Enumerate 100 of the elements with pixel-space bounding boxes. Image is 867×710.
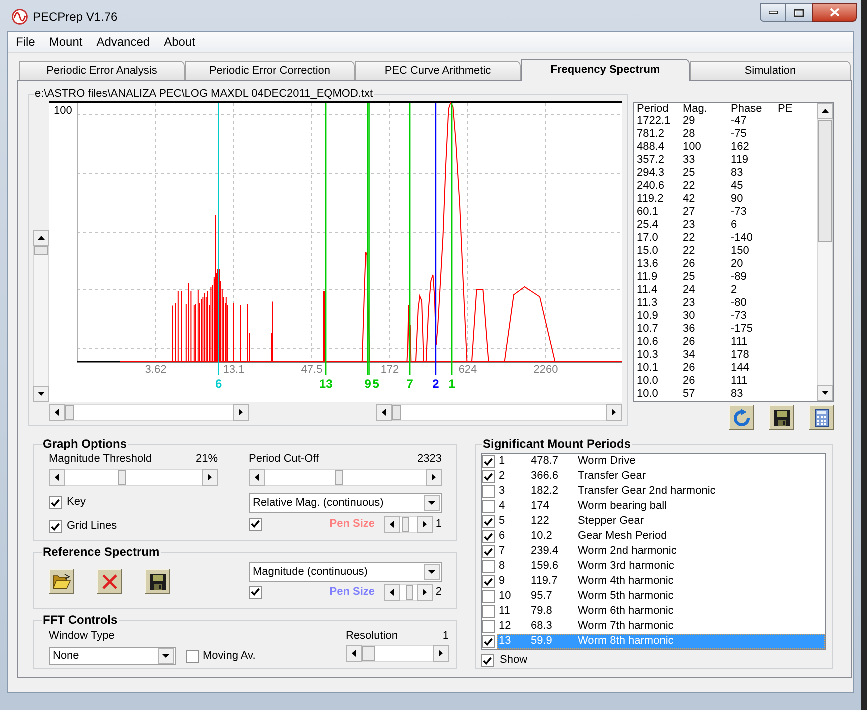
table-cell-text: -89 xyxy=(731,271,748,284)
scroll-right-button[interactable] xyxy=(426,469,442,486)
slider-thumb[interactable] xyxy=(335,470,344,485)
scroll-left-button[interactable] xyxy=(49,469,65,486)
menu-item[interactable]: About xyxy=(157,32,202,52)
column-header[interactable]: PE xyxy=(778,103,817,116)
list-item[interactable]: 11 79.8 Worm 6th harmonic xyxy=(497,604,825,619)
table-cell-text: 83 xyxy=(731,167,744,180)
caret-icon xyxy=(158,648,174,664)
scroll-right-button[interactable] xyxy=(606,404,622,421)
column-header[interactable]: Phase xyxy=(731,103,778,116)
scroll-right-button[interactable] xyxy=(233,404,249,421)
scrollbar-thumb[interactable] xyxy=(392,405,401,420)
scroll-down-button[interactable] xyxy=(817,385,833,401)
checkbox[interactable] xyxy=(481,654,494,667)
table-cell-text: 20 xyxy=(731,258,744,271)
checkbox[interactable] xyxy=(482,575,495,588)
scroll-down-button[interactable] xyxy=(33,386,49,402)
table-cell-text: 488.4 xyxy=(637,141,666,154)
maximize-button[interactable] xyxy=(786,3,812,22)
list-item[interactable]: 6 10.2 Gear Mesh Period xyxy=(497,529,825,544)
scrollbar-thumb[interactable] xyxy=(65,405,74,420)
period-value: 478.7 xyxy=(531,454,560,470)
scroll-up-button[interactable] xyxy=(817,103,833,119)
scroll-left-button[interactable] xyxy=(384,516,400,532)
slider-thumb[interactable] xyxy=(406,584,412,600)
list-item[interactable]: 5 122 Stepper Gear xyxy=(497,514,825,529)
scroll-left-button[interactable] xyxy=(249,469,265,486)
close-button[interactable] xyxy=(812,3,857,22)
tab[interactable]: Frequency Spectrum xyxy=(521,59,690,81)
checkbox[interactable] xyxy=(482,560,495,573)
slider-thumb[interactable] xyxy=(362,646,375,661)
list-item[interactable]: 3 182.2 Transfer Gear 2nd harmonic xyxy=(497,484,825,499)
table-cell-text: 178 xyxy=(731,349,750,362)
table-cell-text: 25 xyxy=(683,167,696,180)
minimize-button[interactable] xyxy=(760,3,786,22)
scroll-left-button[interactable] xyxy=(384,584,400,600)
left-arrow-icon xyxy=(390,520,394,528)
checkbox[interactable] xyxy=(482,620,495,633)
table-cell-text: 150 xyxy=(731,245,750,258)
checkbox[interactable] xyxy=(186,650,199,662)
calculator-button[interactable] xyxy=(809,405,834,430)
checkbox[interactable] xyxy=(482,470,495,483)
up-arrow-icon xyxy=(38,236,44,240)
scroll-right-button[interactable] xyxy=(202,469,218,486)
checkbox[interactable] xyxy=(482,605,495,618)
scroll-left-button[interactable] xyxy=(49,404,65,421)
delete-button[interactable] xyxy=(97,569,122,594)
checkbox[interactable] xyxy=(249,518,262,530)
checkbox[interactable] xyxy=(482,455,495,468)
scroll-left-button[interactable] xyxy=(376,404,392,421)
refresh-button[interactable] xyxy=(729,405,754,430)
scroll-right-button[interactable] xyxy=(417,584,433,600)
checkbox[interactable] xyxy=(249,586,262,598)
checkbox[interactable] xyxy=(482,635,495,648)
slider-thumb[interactable] xyxy=(118,470,126,485)
save-button[interactable] xyxy=(145,569,170,594)
scroll-left-button[interactable] xyxy=(346,645,362,662)
checkbox[interactable] xyxy=(482,500,495,513)
dropdown[interactable]: Magnitude (continuous) xyxy=(249,562,442,582)
marker-label: 13 xyxy=(319,377,333,391)
tab[interactable]: PEC Curve Arithmetic xyxy=(355,61,521,80)
minimize-icon xyxy=(768,11,778,14)
list-item[interactable]: 4 174 Worm bearing ball xyxy=(497,499,825,514)
checkbox[interactable] xyxy=(482,590,495,603)
right-arrow-icon xyxy=(612,409,616,416)
save-button[interactable] xyxy=(769,405,794,430)
dropdown[interactable]: None xyxy=(49,647,176,665)
list-item[interactable]: 7 239.4 Worm 2nd harmonic xyxy=(497,544,825,559)
menu-item[interactable]: File xyxy=(9,32,42,52)
dropdown[interactable]: Relative Mag. (continuous) xyxy=(249,493,442,513)
column-header[interactable]: Mag. xyxy=(683,103,731,116)
scrollbar-thumb[interactable] xyxy=(818,120,832,242)
slider-thumb[interactable] xyxy=(402,516,409,532)
list-item[interactable]: 12 68.3 Worm 7th harmonic xyxy=(497,619,825,634)
tab[interactable]: Simulation xyxy=(690,61,851,80)
open-button[interactable] xyxy=(49,569,74,594)
tab[interactable]: Periodic Error Analysis xyxy=(19,61,185,80)
scrollbar-thumb[interactable] xyxy=(34,246,48,255)
list-item[interactable]: 8 159.6 Worm 3rd harmonic xyxy=(497,559,825,574)
list-item[interactable]: 9 119.7 Worm 4th harmonic xyxy=(497,574,825,589)
checkbox[interactable] xyxy=(482,530,495,543)
marker-label: 5 xyxy=(372,377,380,391)
menu-item[interactable]: Mount xyxy=(42,32,90,52)
tab[interactable]: Periodic Error Correction xyxy=(185,61,355,80)
column-header[interactable]: Period xyxy=(637,103,683,116)
list-item[interactable]: 10 95.7 Worm 5th harmonic xyxy=(497,589,825,604)
scroll-up-button[interactable] xyxy=(33,230,49,246)
checkbox[interactable] xyxy=(482,515,495,528)
axis-tick-label: 2260 xyxy=(534,364,558,376)
checkbox[interactable] xyxy=(49,496,62,509)
checkbox[interactable] xyxy=(482,485,495,498)
checkbox[interactable] xyxy=(49,520,62,533)
scroll-right-button[interactable] xyxy=(417,516,433,532)
checkbox[interactable] xyxy=(482,545,495,558)
cross-icon xyxy=(102,574,118,590)
menu-item[interactable]: Advanced xyxy=(90,32,158,52)
scroll-right-button[interactable] xyxy=(433,645,449,662)
list-item[interactable]: 1 478.7 Worm Drive xyxy=(497,454,825,469)
list-item[interactable]: 2 366.6 Transfer Gear xyxy=(497,469,825,484)
